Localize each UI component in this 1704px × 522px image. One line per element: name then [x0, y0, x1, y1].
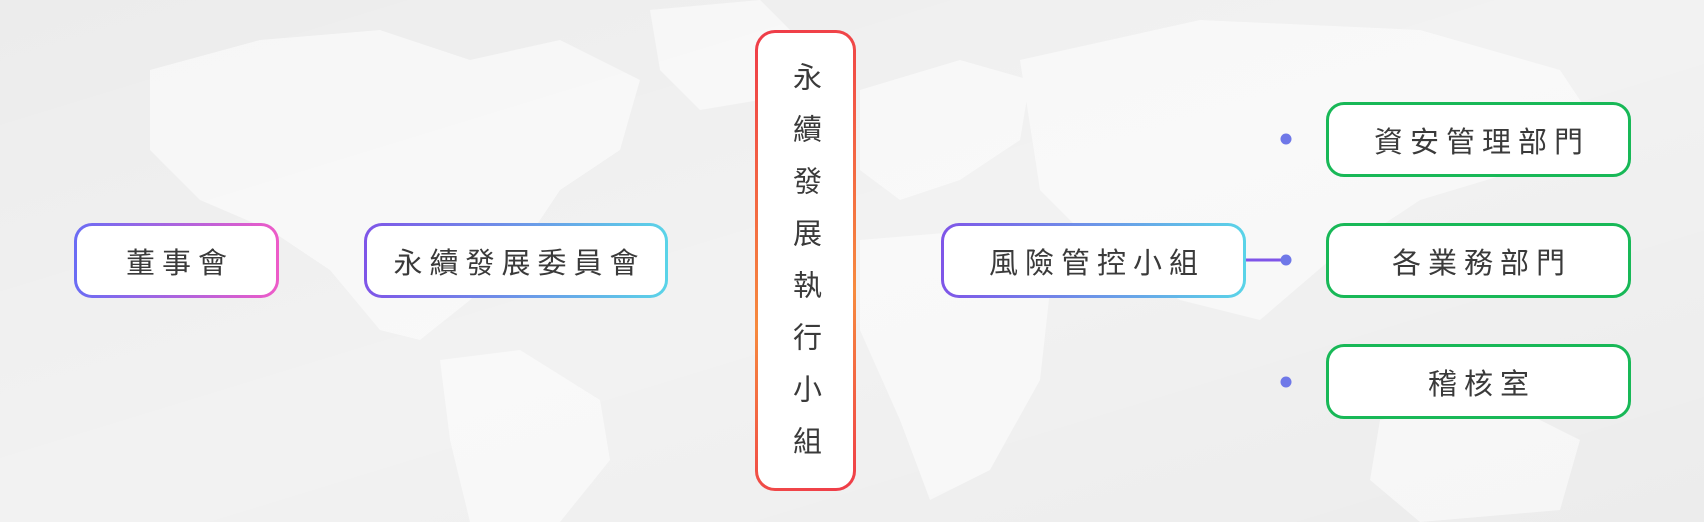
- branch-dot-top: [1280, 133, 1292, 145]
- node-audit-office: 稽核室: [1326, 344, 1631, 419]
- branch-dot-bottom: [1280, 376, 1292, 388]
- node-sustainability-committee: 永續發展委員會: [364, 223, 668, 298]
- node-infosec-label: 資安管理部門: [1373, 124, 1590, 159]
- node-risk-label: 風險管控小組: [988, 245, 1205, 280]
- node-business-depts: 各業務部門: [1326, 223, 1631, 298]
- node-risk-control-team: 風險管控小組: [941, 223, 1246, 298]
- node-committee-label: 永續發展委員會: [393, 245, 646, 280]
- branch-dot-middle: [1280, 254, 1292, 266]
- node-business-label: 各業務部門: [1391, 245, 1572, 280]
- node-exec-label: 永續發展執行小組: [788, 61, 823, 478]
- node-board: 董事會: [74, 223, 279, 298]
- node-board-label: 董事會: [125, 245, 234, 280]
- node-infosec-dept: 資安管理部門: [1326, 102, 1631, 177]
- node-sustainability-exec-team: 永續發展執行小組: [755, 30, 856, 491]
- node-audit-label: 稽核室: [1427, 366, 1536, 401]
